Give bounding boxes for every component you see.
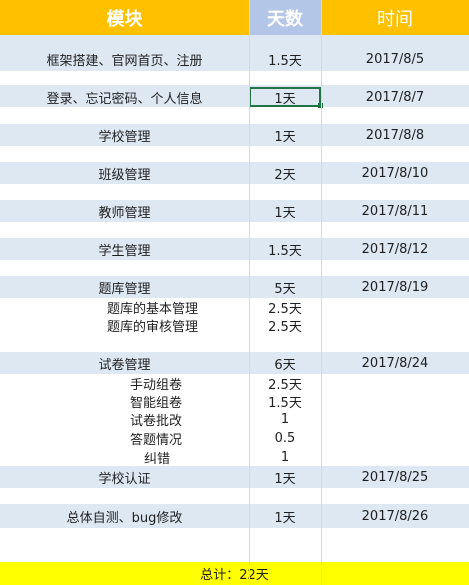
module-cell[interactable]: 登录、忘记密码、个人信息 [0,87,249,107]
date-cell[interactable] [321,298,469,316]
blank-row [0,35,469,47]
date-cell[interactable]: 2017/8/5 [321,47,469,71]
days-cell[interactable]: 2天 [249,162,321,184]
date-cell[interactable]: 2017/8/25 [321,466,469,488]
table-row: 学校管理 1天 2017/8/8 [0,124,469,146]
module-cell[interactable]: 学校管理 [0,124,249,146]
table-row: 试卷批改 1 [0,410,469,429]
date-cell[interactable]: 2017/8/10 [321,162,469,184]
date-cell[interactable]: 2017/8/19 [321,276,469,298]
column-divider [249,0,250,585]
date-cell[interactable] [321,392,469,410]
total-cell[interactable]: 总计：22天 [200,562,269,585]
days-cell[interactable]: 5天 [249,276,321,298]
total-row: 总计：22天 [0,562,469,585]
header-module[interactable]: 模块 [0,0,249,35]
days-cell[interactable]: 1天 [249,504,321,528]
days-cell[interactable]: 6天 [249,352,321,374]
days-cell-selected[interactable]: 1天 [249,87,321,107]
date-cell[interactable] [321,410,469,429]
table-row: 手动组卷 2.5天 [0,374,469,393]
date-cell[interactable]: 2017/8/8 [321,124,469,146]
module-cell[interactable]: 框架搭建、官网首页、注册 [0,47,249,71]
date-cell[interactable] [321,374,469,392]
module-cell[interactable]: 总体自测、bug修改 [0,504,249,528]
days-cell[interactable]: 1.5天 [249,238,321,260]
table-row: 框架搭建、官网首页、注册 1.5天 2017/8/5 [0,47,469,71]
column-divider [321,0,322,585]
days-cell[interactable]: 1天 [249,124,321,146]
table-row: 答题情况 0.5 [0,429,469,448]
module-cell[interactable]: 班级管理 [0,162,249,184]
date-cell[interactable]: 2017/8/24 [321,352,469,374]
module-cell[interactable]: 学校认证 [0,466,249,488]
days-cell[interactable]: 1 [249,448,321,466]
module-cell[interactable]: 纠错 [0,448,249,467]
module-cell[interactable]: 学生管理 [0,238,249,260]
date-cell[interactable]: 2017/8/7 [321,87,469,107]
date-cell[interactable] [321,448,469,466]
date-cell[interactable] [321,316,469,334]
date-cell[interactable] [321,429,469,448]
table-row: 题库管理 5天 2017/8/19 [0,276,469,298]
module-cell[interactable]: 题库的基本管理 [0,298,249,317]
spreadsheet: 模块 天数 时间 框架搭建、官网首页、注册 1.5天 2017/8/5 登录、忘… [0,0,469,585]
date-cell[interactable]: 2017/8/11 [321,200,469,222]
table-row: 试卷管理 6天 2017/8/24 [0,352,469,374]
header-date[interactable]: 时间 [321,0,469,35]
days-cell[interactable]: 1天 [249,200,321,222]
days-cell[interactable]: 1 [249,410,321,429]
table-row: 班级管理 2天 2017/8/10 [0,162,469,184]
module-cell[interactable]: 智能组卷 [0,392,249,411]
header-row: 模块 天数 时间 [0,0,469,35]
module-cell[interactable]: 题库管理 [0,276,249,298]
table-row: 教师管理 1天 2017/8/11 [0,200,469,222]
module-cell[interactable]: 试卷批改 [0,410,249,429]
module-cell[interactable]: 手动组卷 [0,374,249,393]
table-row: 总体自测、bug修改 1天 2017/8/26 [0,504,469,528]
table-row: 题库的基本管理 2.5天 [0,298,469,317]
table-row: 学生管理 1.5天 2017/8/12 [0,238,469,260]
days-cell[interactable]: 1天 [249,466,321,488]
table-row: 学校认证 1天 2017/8/25 [0,466,469,488]
table-row: 智能组卷 1.5天 [0,392,469,411]
days-cell[interactable]: 0.5 [249,429,321,448]
module-cell[interactable]: 答题情况 [0,429,249,448]
days-cell[interactable]: 1.5天 [249,47,321,71]
table-row: 登录、忘记密码、个人信息 1天 2017/8/7 [0,87,469,107]
date-cell[interactable]: 2017/8/12 [321,238,469,260]
module-cell[interactable]: 题库的审核管理 [0,316,249,335]
module-cell[interactable]: 教师管理 [0,200,249,222]
date-cell[interactable]: 2017/8/26 [321,504,469,528]
table-row: 纠错 1 [0,448,469,467]
days-cell[interactable]: 2.5天 [249,316,321,335]
days-cell[interactable]: 2.5天 [249,374,321,393]
header-days[interactable]: 天数 [249,0,321,35]
module-cell[interactable]: 试卷管理 [0,352,249,374]
days-cell[interactable]: 2.5天 [249,298,321,317]
table-row: 题库的审核管理 2.5天 [0,316,469,335]
days-cell[interactable]: 1.5天 [249,392,321,411]
